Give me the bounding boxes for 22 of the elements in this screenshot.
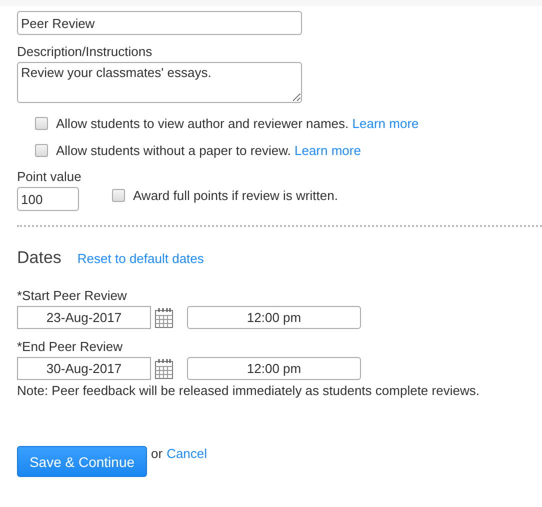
dates-heading: Dates (17, 248, 62, 268)
title-field[interactable]: Peer Review (17, 11, 302, 35)
option-label: Allow students to view author and reviewer names. Learn more (56, 116, 419, 130)
calendar-icon[interactable] (155, 358, 173, 379)
note-text: Note: Peer feedback will be released immediately as students complete reviews. (17, 383, 480, 399)
date-label: *End Peer Review (17, 339, 124, 355)
date-field[interactable]: 23-Aug-2017 (17, 306, 151, 329)
point-value-label: Point value (17, 169, 82, 185)
checkbox[interactable] (112, 188, 125, 202)
or-text: or (151, 446, 163, 461)
time-field[interactable]: 12:00 pm (187, 306, 361, 329)
checkbox[interactable] (35, 144, 48, 156)
date-field[interactable]: 30-Aug-2017 (17, 357, 151, 380)
date-label: *Start Peer Review (17, 288, 128, 304)
option-label: Allow students without a paper to review. Learn more (56, 142, 361, 158)
time-field[interactable]: 12:00 pm (187, 357, 361, 380)
award-label: Award full points if review is written. (133, 188, 338, 202)
checkbox[interactable] (35, 116, 48, 130)
point-value-field[interactable]: 100 (17, 187, 79, 211)
calendar-icon[interactable] (155, 307, 173, 328)
description-field[interactable]: Review your classmates' essays. (17, 62, 302, 103)
description-label: Description/Instructions (17, 44, 154, 60)
